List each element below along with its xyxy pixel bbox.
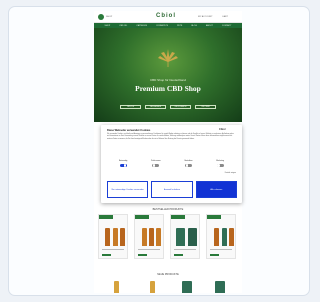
- cookie-category-label: Notwendig: [118, 160, 128, 162]
- product-card[interactable]: [206, 214, 236, 259]
- product-card[interactable]: [176, 281, 206, 293]
- cookie-consent-dialog: Diese Webseite verwendet Cookies Cbiol W…: [101, 125, 242, 203]
- leaf-icon[interactable]: [98, 14, 104, 20]
- hero-title: Premium CBD Shop: [135, 84, 201, 93]
- allow-all-button[interactable]: Alle zulassen: [195, 181, 237, 198]
- product-badge: [171, 215, 185, 219]
- hero-subtitle: CBD Shop für Deutschland: [149, 78, 187, 82]
- marketing-toggle[interactable]: [216, 163, 224, 167]
- cookie-category-statistics: Statistiken: [184, 160, 193, 167]
- hero-button[interactable]: CBD ÖLE: [120, 105, 141, 109]
- cookie-dialog-text: Wir verwenden Cookies, um Inhalte und An…: [107, 134, 234, 140]
- necessary-toggle[interactable]: [119, 163, 127, 167]
- bottle-icon: [222, 228, 227, 246]
- product-badge: [135, 215, 149, 219]
- necessary-only-button[interactable]: Nur notwendige Cookies verwenden: [107, 181, 149, 198]
- product-card[interactable]: [140, 281, 170, 293]
- statistics-toggle[interactable]: [185, 163, 192, 167]
- bottle-icon: [176, 228, 185, 246]
- product-badge: [99, 215, 113, 219]
- nav-item[interactable]: COSMETICS: [156, 25, 168, 27]
- hero-button[interactable]: CBD KOSMETIK: [170, 105, 191, 109]
- bottle-icon: [188, 228, 197, 246]
- product-card[interactable]: [104, 281, 134, 293]
- nav-item[interactable]: BLOG: [191, 25, 197, 27]
- nav-item[interactable]: SHOP: [105, 25, 111, 27]
- allow-selection-button[interactable]: Auswahl erlauben: [151, 181, 193, 198]
- preferences-toggle[interactable]: [152, 163, 160, 167]
- cookie-category-preferences: Präferenzen: [151, 160, 161, 167]
- bottle-icon: [214, 228, 219, 246]
- site-header: SHOP Cbiol MY ACCOUNT CART: [94, 11, 242, 23]
- header-shop-link[interactable]: SHOP: [106, 16, 112, 18]
- site-logo[interactable]: Cbiol: [156, 13, 176, 19]
- bestseller-heading: BESTSELLER PRODUKTE: [152, 208, 184, 211]
- hero-button[interactable]: CBD TIERE: [195, 105, 216, 109]
- product-card[interactable]: [134, 214, 164, 259]
- bottle-icon: [142, 228, 147, 246]
- show-details-link[interactable]: Details zeigen: [225, 172, 236, 174]
- header-cart-link[interactable]: CART: [222, 16, 228, 18]
- nav-item[interactable]: CBD OIL: [119, 25, 127, 27]
- nav-item[interactable]: PETS: [177, 25, 182, 27]
- cookie-categories: Notwendig Präferenzen Statistiken Market…: [107, 160, 236, 167]
- product-card[interactable]: [170, 214, 200, 259]
- cookie-category-label: Präferenzen: [150, 160, 161, 162]
- cookie-button-row: Nur notwendige Cookies verwenden Auswahl…: [107, 181, 237, 198]
- cookie-provider-logo: Cbiol: [219, 128, 226, 131]
- bottle-icon: [114, 281, 119, 293]
- bottle-icon: [150, 281, 155, 293]
- hero-button-row: CBD ÖLE CBD KAPSELN CBD KOSMETIK CBD TIE…: [120, 105, 216, 109]
- product-card[interactable]: [98, 214, 128, 259]
- cookie-category-necessary: Notwendig: [118, 160, 128, 167]
- cookie-dialog-title: Diese Webseite verwendet Cookies: [107, 129, 151, 132]
- hero-banner: CBD Shop für Deutschland Premium CBD Sho…: [94, 28, 242, 122]
- bottle-icon: [149, 228, 154, 246]
- header-account-link[interactable]: MY ACCOUNT: [198, 16, 213, 18]
- nav-item[interactable]: CONTACT: [222, 25, 232, 27]
- bottle-icon: [105, 228, 110, 246]
- bottle-icon: [229, 228, 234, 246]
- preview-card: SHOP Cbiol MY ACCOUNT CART SHOP CBD OIL …: [8, 6, 310, 296]
- product-card[interactable]: [206, 281, 236, 293]
- cookie-category-label: Marketing: [216, 160, 225, 162]
- product-badge: [207, 215, 221, 219]
- nav-item[interactable]: ABOUT: [206, 25, 213, 27]
- cookie-category-label: Statistiken: [184, 160, 193, 162]
- new-products-heading: NEUE PRODUKTE: [157, 273, 179, 276]
- nav-item[interactable]: CAPSULES: [136, 25, 147, 27]
- bottle-icon: [120, 228, 125, 246]
- bottle-icon: [156, 228, 161, 246]
- bottle-icon: [113, 228, 118, 246]
- bottle-icon: [182, 281, 192, 293]
- bottle-icon: [215, 281, 225, 293]
- cookie-category-marketing: Marketing: [216, 160, 224, 167]
- cannabis-leaf-icon: [158, 49, 178, 67]
- hero-button[interactable]: CBD KAPSELN: [145, 105, 166, 109]
